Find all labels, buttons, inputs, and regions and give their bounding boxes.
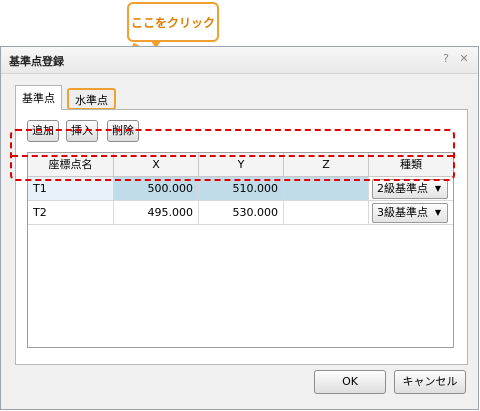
close-icon[interactable]: ✕ [457,52,471,66]
type-dropdown[interactable]: 3級基準点 ▼ [372,203,448,223]
chevron-down-icon: ▼ [434,208,441,217]
ok-button[interactable]: OK [314,370,386,394]
dialog-window: 基準点登録 ? ✕ 水準点 追加 挿入 削除 座標点名 X Y Z 種類 T1 … [0,46,479,410]
callout-text: ここをクリック [130,15,215,30]
tab-control-point[interactable]: 基準点 [15,85,62,110]
dropdown-value: 3級基準点 [377,206,428,219]
chevron-down-icon: ▼ [434,184,441,193]
title-bar: 基準点登録 ? ✕ [1,47,478,74]
cell-y[interactable]: 530.000 [199,201,284,225]
tab-leveling-point[interactable]: 水準点 [67,88,116,110]
cell-z[interactable] [284,201,369,225]
cell-x[interactable]: 495.000 [114,201,199,225]
cell-name[interactable]: T2 [28,201,114,225]
type-dropdown[interactable]: 2級基準点 ▼ [372,179,448,199]
tab-label: 基準点 [22,92,55,105]
rows-highlight-divider [12,155,453,157]
dropdown-value: 2級基準点 [377,182,428,195]
click-here-callout: ここをクリック [127,2,219,42]
help-icon[interactable]: ? [439,52,453,66]
tab-label: 水準点 [75,94,108,107]
cancel-button[interactable]: キャンセル [394,370,466,394]
window-title: 基準点登録 [9,55,64,68]
control-points-grid[interactable]: 座標点名 X Y Z 種類 T1 500.000 510.000 2級基準点 ▼… [27,152,454,348]
